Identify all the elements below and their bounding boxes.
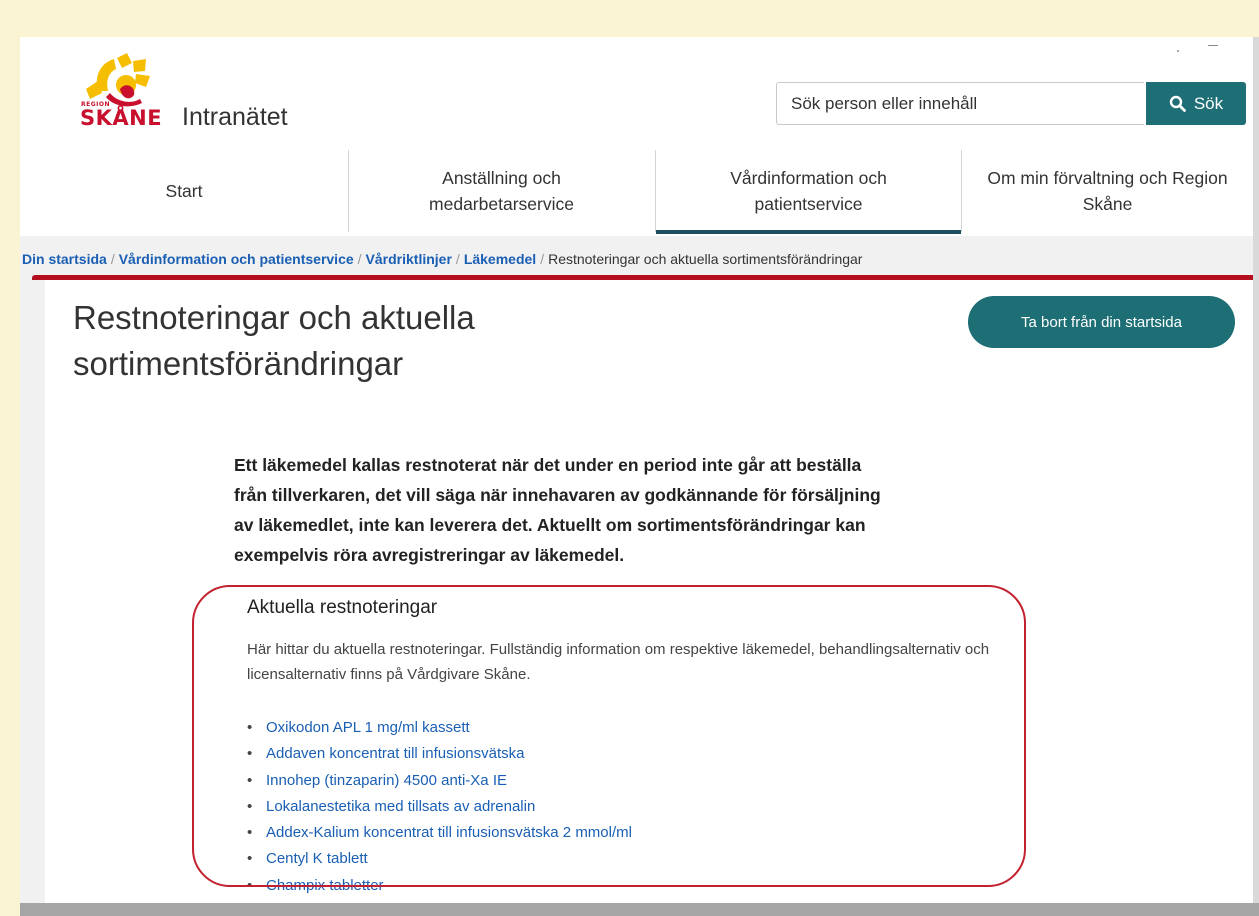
drug-list: • Oxikodon APL 1 mg/ml kassett • Addaven k… (247, 715, 632, 899)
nav-item-label: Om min förvaltning och Region Skåne (987, 168, 1228, 214)
list-bullet: • (247, 797, 253, 815)
nav-item-start[interactable]: Start (20, 150, 348, 232)
list-item: • Champix tabletter (247, 873, 632, 899)
bottom-scrollbar-area (20, 903, 1259, 916)
list-bullet: • (247, 850, 253, 868)
list-item: • Lokalanestetika med tillsats av adrenal… (247, 794, 632, 820)
region-skane-logo[interactable]: REGION SKÅNE (80, 49, 175, 130)
search-button-label: Sök (1193, 93, 1224, 113)
breadcrumb-separator: / (110, 251, 115, 267)
list-item: • Oxikodon APL 1 mg/ml kassett (247, 715, 632, 741)
list-item: • Addex-Kalium koncentrat till infusionsv… (247, 820, 632, 846)
drug-link[interactable]: Addaven koncentrat till infusionsvätska (266, 741, 524, 767)
list-bullet: • (247, 824, 253, 842)
drug-link[interactable]: Lokalanestetika med tillsats av adrenali… (266, 794, 535, 820)
nav-item-label: Anställning och medarbetarservice (429, 168, 574, 214)
browser-window: REGION SKÅNE Intranätet Sök Start Anstäl… (20, 37, 1253, 903)
drug-link[interactable]: Champix tabletter (266, 873, 384, 899)
list-bullet: • (247, 745, 253, 763)
drug-link[interactable]: Addex-Kalium koncentrat till infusionsvä… (266, 820, 632, 846)
breadcrumb-separator: / (357, 251, 362, 267)
list-bullet: • (247, 719, 253, 736)
section-title: Aktuella restnoteringar (247, 597, 438, 618)
drug-link[interactable]: Innohep (tinzaparin) 4500 anti-Xa IE (266, 768, 507, 794)
nav-item-about[interactable]: Om min förvaltning och Region Skåne (962, 150, 1253, 232)
window-edge (1253, 37, 1259, 903)
sun-logo-icon (86, 53, 150, 107)
nav-item-care-information[interactable]: Vårdinformation och patientservice (656, 150, 961, 232)
nav-active-indicator (656, 230, 961, 234)
page-title: Restnoteringar och aktuella sortimentsfö… (73, 299, 475, 382)
nav-item-label: Start (165, 181, 203, 201)
intro-text: Ett läkemedel kallas restnoterat när det… (234, 455, 881, 565)
main-nav: Start Anställning och medarbetarservice … (20, 150, 1253, 236)
search-input[interactable] (776, 82, 1144, 125)
logo-brand-text: SKÅNE (80, 106, 163, 130)
search-button[interactable]: Sök (1146, 82, 1246, 125)
list-item: • Addaven koncentrat till infusionsvätska (247, 741, 632, 767)
breadcrumb-link-medicines[interactable]: Läkemedel (464, 251, 536, 267)
breadcrumb-link-home[interactable]: Din startsida (22, 251, 107, 267)
minimize-icon[interactable] (1208, 45, 1218, 46)
nav-item-employment[interactable]: Anställning och medarbetarservice (349, 150, 654, 232)
breadcrumb-link-care-guidelines[interactable]: Vårdriktlinjer (366, 251, 452, 267)
section-description: Här hittar du aktuella restnoteringar. F… (247, 641, 990, 683)
drug-link[interactable]: Oxikodon APL 1 mg/ml kassett (266, 715, 470, 741)
app-title: Intranätet (182, 103, 288, 131)
list-bullet: • (247, 771, 253, 789)
breadcrumb-link-care-information[interactable]: Vårdinformation och patientservice (119, 251, 354, 267)
search-icon (1169, 95, 1186, 112)
breadcrumb: Din startsida / Vårdinformation och patien… (22, 251, 862, 267)
nav-item-label: Vårdinformation och patientservice (730, 168, 887, 214)
breadcrumb-separator: / (455, 251, 460, 267)
list-item: • Innohep (tinzaparin) 4500 anti-Xa IE (247, 768, 632, 794)
breadcrumb-separator: / (540, 251, 545, 267)
list-item: • Centyl K tablett (247, 846, 632, 872)
breadcrumb-current: Restnoteringar och aktuella sortimentsfö… (548, 251, 863, 267)
drug-link[interactable]: Centyl K tablett (266, 846, 368, 872)
remove-from-startpage-button[interactable]: Ta bort från din startsida (968, 296, 1235, 348)
list-bullet: • (247, 876, 253, 894)
window-control-dot (1177, 50, 1179, 52)
